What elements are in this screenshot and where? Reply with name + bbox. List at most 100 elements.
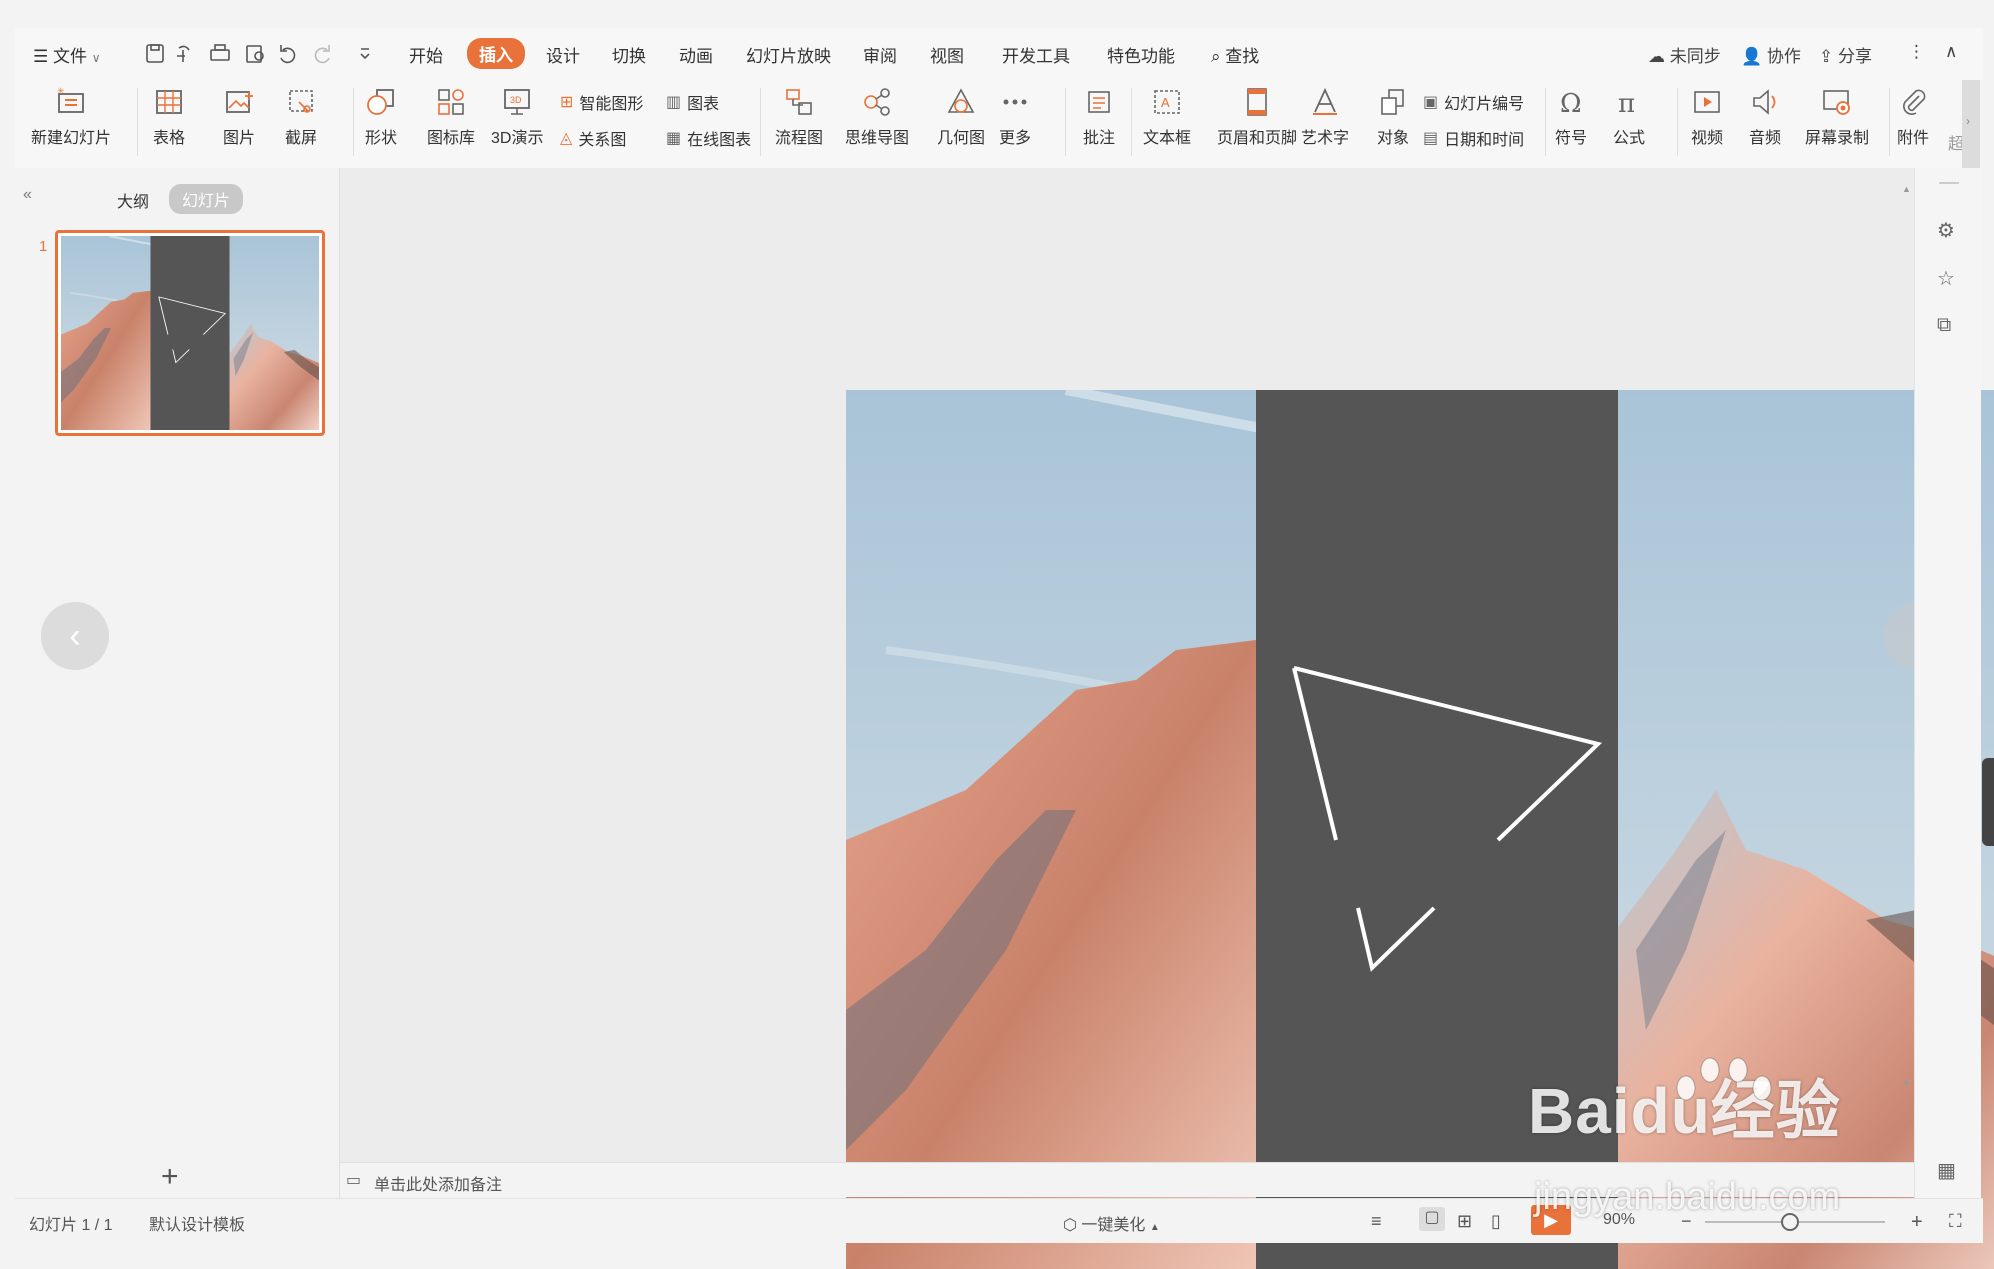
mindmap-icon	[864, 88, 890, 116]
new-slide-button[interactable]: ✳ 新建幻灯片	[31, 86, 111, 148]
icon-library-button[interactable]: 图标库	[427, 86, 475, 148]
scroll-down-icon[interactable]: ▼	[1902, 1078, 1911, 1088]
screen-record-button[interactable]: 屏幕录制	[1805, 86, 1869, 148]
vertical-scrollbar[interactable]: ▲ ▼	[1900, 178, 1912, 1088]
more-options-icon[interactable]: ⋮	[1908, 42, 1925, 62]
tab-view[interactable]: 视图	[930, 42, 964, 67]
omega-icon: Ω	[1560, 89, 1582, 118]
fit-window-icon[interactable]: ⛶	[1949, 1211, 1962, 1232]
separator	[1677, 88, 1678, 156]
header-footer-button[interactable]: 页眉和页脚	[1217, 86, 1297, 148]
separator	[353, 88, 354, 156]
reading-view-icon[interactable]: ▯	[1491, 1211, 1501, 1232]
tab-developer[interactable]: 开发工具	[1002, 42, 1070, 67]
sorter-view-icon[interactable]: ⊞	[1457, 1211, 1472, 1232]
video-button[interactable]: 视频	[1691, 86, 1723, 148]
notes-placeholder: 单击此处添加备注	[374, 1177, 503, 1194]
wordart-icon	[1313, 87, 1337, 115]
wordart-button[interactable]: 艺术字	[1301, 86, 1349, 148]
add-slide-button[interactable]: +	[161, 1160, 179, 1194]
more-icon	[1003, 99, 1027, 105]
table-button[interactable]: 表格	[153, 86, 185, 148]
tab-slideshow[interactable]: 幻灯片放映	[746, 42, 831, 67]
collapse-ribbon-icon[interactable]: ∧	[1945, 42, 1957, 62]
file-menu[interactable]: ☰ 文件 ∨	[33, 42, 101, 67]
chevron-right-icon: ›	[1966, 114, 1970, 128]
relation-chart-button[interactable]: ◬ 关系图	[560, 126, 626, 150]
mindmap-button[interactable]: 思维导图	[845, 86, 909, 148]
textbox-icon: A	[1154, 90, 1180, 114]
menu-bar: ☰ 文件 ∨ 开始 插入 设计 切换 动画 幻灯片放映 审阅 视图 开发工具 特…	[15, 28, 1983, 80]
collapse-panel-icon[interactable]: «	[23, 186, 32, 204]
beautify-icon: ⬡	[1063, 1217, 1077, 1234]
object-icon	[1381, 89, 1404, 115]
audio-button[interactable]: 音频	[1749, 86, 1781, 148]
tab-home[interactable]: 开始	[409, 42, 443, 67]
svg-text:π: π	[1618, 89, 1635, 118]
comment-button[interactable]: 批注	[1083, 86, 1115, 148]
settings-sliders-icon[interactable]: ⚙	[1937, 218, 1955, 243]
picture-button[interactable]: 图片	[223, 86, 255, 148]
slide-number-button[interactable]: ▣ 幻灯片编号	[1423, 90, 1524, 114]
quick-access-toolbar[interactable]	[143, 42, 373, 66]
notes-toggle-icon[interactable]: ≡	[1371, 1211, 1382, 1232]
chart-button[interactable]: ▥ 图表	[666, 90, 719, 114]
tab-review[interactable]: 审阅	[863, 42, 897, 67]
slide-number-icon: ▣	[1423, 94, 1439, 111]
attachment-button[interactable]: 附件	[1897, 86, 1929, 148]
geometry-button[interactable]: 几何图	[937, 86, 985, 148]
3d-demo-button[interactable]: 3D 3D演示	[491, 86, 543, 148]
separator	[760, 88, 761, 156]
shape-button[interactable]: 形状	[365, 86, 397, 148]
tab-slides[interactable]: 幻灯片	[169, 184, 244, 214]
formula-button[interactable]: π 公式	[1613, 86, 1645, 148]
tab-outline[interactable]: 大纲	[117, 188, 149, 212]
screenshot-icon	[289, 90, 313, 113]
zoom-in-icon[interactable]: +	[1911, 1211, 1923, 1234]
object-button[interactable]: 对象	[1377, 86, 1409, 148]
beautify-button[interactable]: ⬡ 一键美化 ▲	[1063, 1211, 1160, 1235]
slide-thumbnail[interactable]	[55, 230, 325, 436]
tab-features[interactable]: 特色功能	[1107, 42, 1175, 67]
datetime-button[interactable]: ▤ 日期和时间	[1423, 126, 1524, 150]
more-button[interactable]: 更多	[999, 86, 1031, 148]
icon-library-icon	[438, 89, 464, 115]
scroll-up-icon[interactable]: ▲	[1902, 184, 1911, 194]
online-chart-icon: ▦	[666, 130, 682, 147]
online-chart-button[interactable]: ▦ 在线图表	[666, 126, 751, 150]
zoom-slider[interactable]	[1705, 1213, 1885, 1231]
template-name[interactable]: 默认设计模板	[149, 1211, 245, 1235]
chart-icon: ▥	[666, 94, 682, 111]
3d-icon: 3D	[504, 89, 531, 115]
comment-icon	[1088, 91, 1110, 113]
ribbon-scroll-right[interactable]: ›	[1962, 80, 1980, 168]
normal-view-icon[interactable]: ▢	[1419, 1207, 1445, 1231]
svg-text:3D: 3D	[510, 95, 522, 105]
ribbon-insert: ✳ 新建幻灯片 表格 图片 截屏 形状 图标库 3D 3D演示 ⊞ 智能图形 ▥…	[15, 80, 1964, 169]
paperclip-icon	[1903, 89, 1926, 115]
screenshot-button[interactable]: 截屏	[285, 86, 317, 148]
tab-transition[interactable]: 切换	[612, 42, 646, 67]
collab-button[interactable]: 👤 协作	[1741, 42, 1801, 67]
prev-slide-button[interactable]: ‹	[41, 602, 109, 670]
slide-index: 1	[39, 238, 48, 255]
search-icon: ⌕	[1211, 47, 1221, 66]
star-icon[interactable]: ☆	[1937, 266, 1955, 291]
pi-icon: π	[1618, 89, 1635, 118]
slide-panel: « 大纲 幻灯片 1 +	[15, 168, 340, 1198]
share-button[interactable]: ⇪ 分享	[1819, 42, 1872, 67]
search-button[interactable]: ⌕ 查找	[1211, 42, 1259, 67]
tab-animation[interactable]: 动画	[679, 42, 713, 67]
flowchart-button[interactable]: 流程图	[775, 86, 823, 148]
copy-icon[interactable]: ⧉	[1937, 314, 1951, 337]
sync-status[interactable]: ☁ 未同步	[1648, 42, 1721, 67]
grid-icon[interactable]: ▦	[1937, 1158, 1956, 1183]
speaker-icon	[1753, 89, 1776, 115]
tab-design[interactable]: 设计	[546, 42, 580, 67]
smart-art-button[interactable]: ⊞ 智能图形	[560, 90, 643, 114]
drag-handle[interactable]	[1939, 182, 1959, 184]
symbol-button[interactable]: Ω 符号	[1555, 86, 1587, 148]
textbox-button[interactable]: A 文本框	[1143, 86, 1191, 148]
tab-insert[interactable]: 插入	[467, 38, 525, 69]
side-tab[interactable]	[1982, 758, 1994, 846]
